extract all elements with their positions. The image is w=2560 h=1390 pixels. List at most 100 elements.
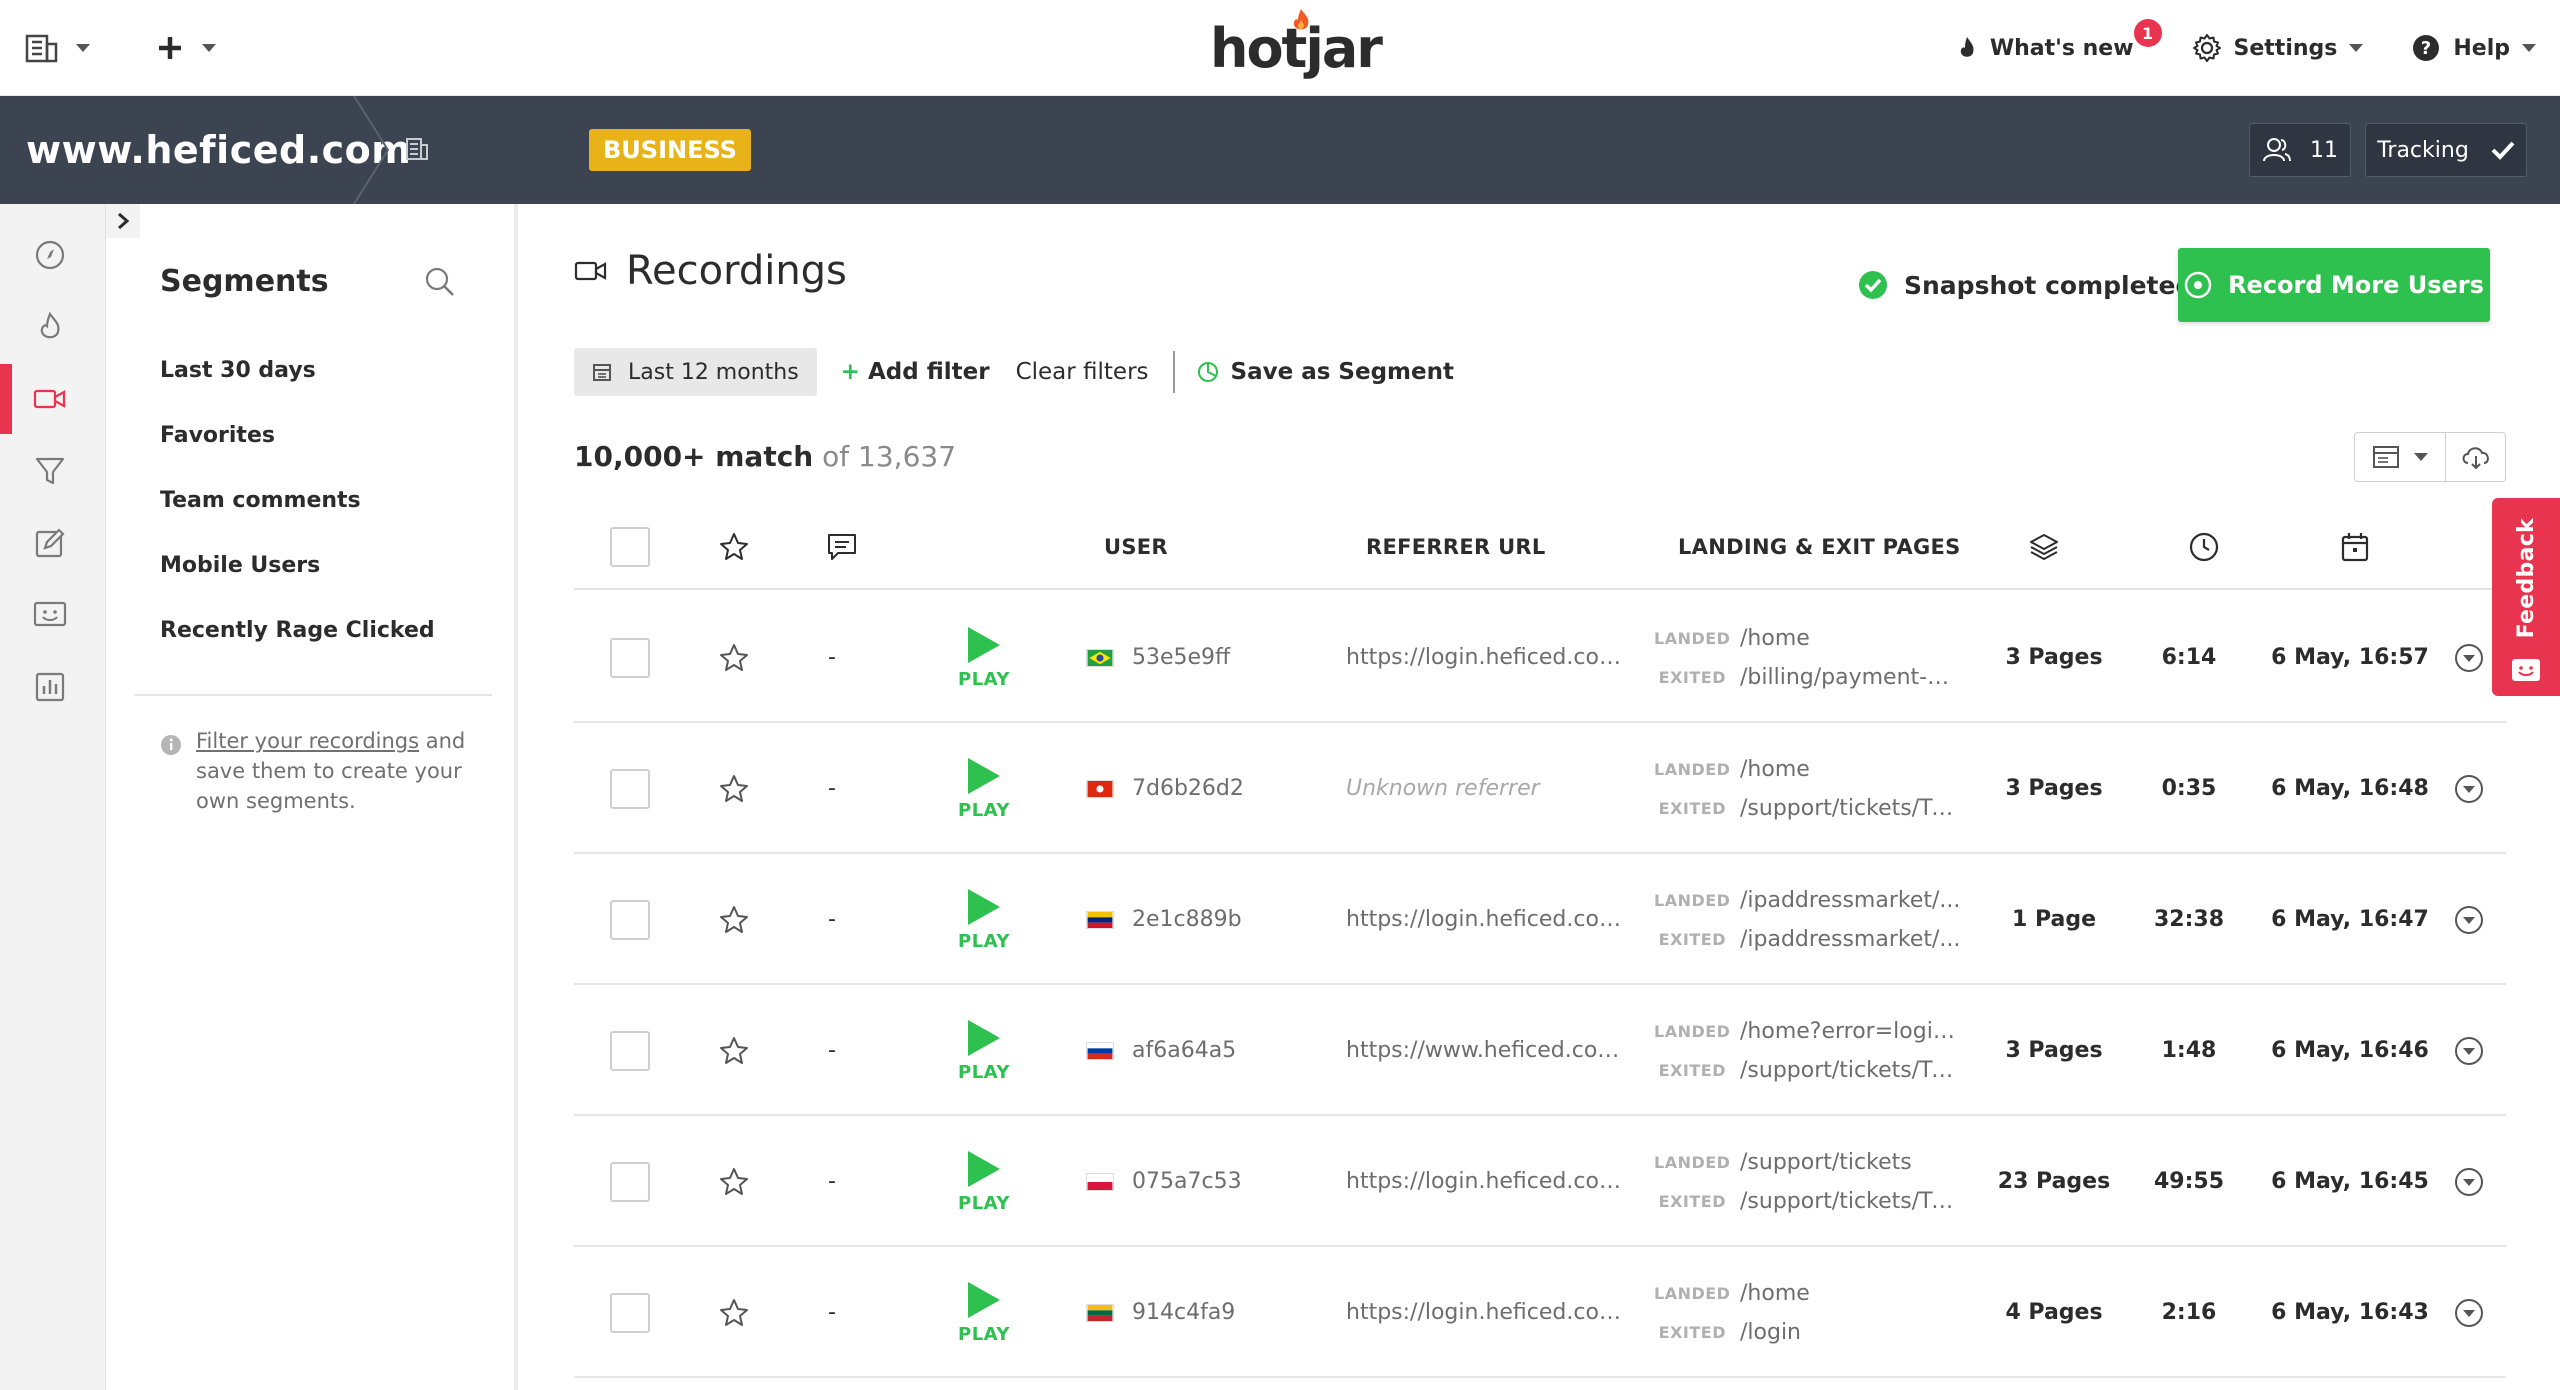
referrer-url[interactable]: https://login.heficed.com... [1346,645,1626,670]
user-id[interactable]: 914c4fa9 [1132,1300,1235,1325]
nav-heatmaps[interactable] [0,292,100,362]
user-cell: 53e5e9ff [1086,592,1230,723]
referrer-url[interactable]: https://login.heficed.com... [1346,907,1626,932]
duration: 49:55 [2153,1169,2225,1194]
clear-filters-button[interactable]: Clear filters [1016,359,1149,385]
table-row[interactable]: - PLAY 7d6b26d2 Unknown referrer LANDED /… [574,723,2506,854]
expand-row-button[interactable] [2454,854,2484,985]
page-count-column[interactable] [2028,504,2060,590]
team-users-button[interactable]: 11 [2249,123,2351,177]
nav-forms[interactable] [0,508,100,578]
table-row[interactable]: - PLAY 914c4fa9 https://login.heficed.co… [574,1247,2506,1378]
star-icon[interactable] [718,642,750,674]
flame-icon [1960,37,1974,57]
logo-flame-icon [1293,9,1309,30]
referrer-url[interactable]: https://login.heficed.com... [1346,1169,1626,1194]
pages-column-header[interactable]: LANDING & EXIT PAGES [1678,504,1961,590]
landed-line: LANDED/home?error=login_... [1654,1019,1964,1044]
play-button[interactable]: PLAY [958,985,1010,1116]
duration: 0:35 [2161,776,2217,801]
play-button[interactable]: PLAY [958,592,1010,723]
date-range-filter[interactable]: Last 12 months [574,348,817,396]
row-checkbox[interactable] [610,1292,650,1333]
referrer-url[interactable]: https://login.heficed.com... [1346,1300,1626,1325]
help-menu-button[interactable]: ? Help [2411,33,2536,63]
segment-item[interactable]: Mobile Users [160,553,320,578]
add-menu-button[interactable] [156,34,216,62]
user-column-header[interactable]: USER [1104,504,1168,590]
row-checkbox[interactable] [610,899,650,940]
add-filter-button[interactable]: + Add filter [841,359,990,385]
tracking-label: Tracking [2377,137,2469,163]
table-row[interactable]: - PLAY af6a64a5 https://www.heficed.com.… [574,985,2506,1116]
star-icon[interactable] [718,1035,750,1067]
user-id[interactable]: 53e5e9ff [1132,645,1230,670]
comments-column[interactable] [826,504,858,590]
user-id[interactable]: 075a7c53 [1132,1169,1242,1194]
organization-icon[interactable] [404,136,430,162]
exited-url: /ipaddressmarket/... [1740,926,1961,952]
segment-item[interactable]: Team comments [160,488,361,513]
play-button[interactable]: PLAY [958,1247,1010,1378]
play-button[interactable]: PLAY [958,1116,1010,1247]
settings-menu-button[interactable]: Settings [2192,33,2364,63]
row-checkbox[interactable] [610,768,650,809]
duration-column[interactable] [2188,504,2220,590]
favorite-column[interactable] [718,504,750,590]
landed-line: LANDED/support/tickets [1654,1150,1912,1175]
row-checkbox[interactable] [610,637,650,678]
comment-count: - [828,1038,836,1063]
record-more-users-button[interactable]: Record More Users [2178,248,2490,322]
user-id[interactable]: 7d6b26d2 [1132,776,1244,801]
row-checkbox[interactable] [610,1030,650,1071]
play-label: PLAY [958,800,1010,821]
expand-row-button[interactable] [2454,723,2484,854]
star-icon[interactable] [718,1166,750,1198]
whats-new-button[interactable]: What's new 1 [1956,19,2162,61]
referrer-column-header[interactable]: REFERRER URL [1366,504,1546,590]
hotjar-logo[interactable]: hotjar [1210,9,1383,84]
exited-tag: EXITED [1658,798,1726,818]
save-as-segment-button[interactable]: Save as Segment [1197,359,1454,385]
organization-menu-button[interactable] [24,33,90,63]
date-column[interactable] [2340,504,2370,590]
star-icon[interactable] [718,773,750,805]
expand-row-button[interactable] [2454,592,2484,723]
match-count-value: 10,000+ match [574,440,814,473]
user-id[interactable]: 2e1c889b [1132,907,1242,932]
star-icon[interactable] [718,1297,750,1329]
columns-icon [2373,446,2399,468]
play-button[interactable]: PLAY [958,723,1010,854]
download-button[interactable] [2446,432,2506,482]
collapse-sidebar-button[interactable] [106,204,140,238]
select-all-checkbox[interactable] [610,527,650,567]
referrer-cell: https://login.heficed.com... [1346,1116,1626,1247]
search-icon[interactable] [424,266,456,298]
nav-recordings[interactable] [0,364,100,434]
referrer-url[interactable]: https://www.heficed.com... [1346,1038,1626,1063]
nav-reports[interactable] [0,652,100,722]
nav-funnels[interactable] [0,436,100,506]
filter-recordings-link[interactable]: Filter your recordings [196,729,419,753]
expand-row-button[interactable] [2454,985,2484,1116]
user-id[interactable]: af6a64a5 [1132,1038,1236,1063]
segment-item[interactable]: Favorites [160,423,275,448]
expand-row-button[interactable] [2454,1116,2484,1247]
feedback-icon [33,601,67,627]
tracking-status-button[interactable]: Tracking [2365,123,2527,177]
star-icon[interactable] [718,904,750,936]
exited-tag: EXITED [1658,929,1726,949]
table-row[interactable]: - PLAY 075a7c53 https://login.heficed.co… [574,1116,2506,1247]
columns-menu-button[interactable] [2354,432,2446,482]
feedback-tab[interactable]: Feedback [2492,498,2560,696]
table-row[interactable]: - PLAY 2e1c889b https://login.heficed.co… [574,854,2506,985]
exited-line: EXITED/billing/payment-m... [1654,665,1964,690]
segment-item[interactable]: Recently Rage Clicked [160,618,435,643]
table-row[interactable]: - PLAY 53e5e9ff https://login.heficed.co… [574,592,2506,723]
play-button[interactable]: PLAY [958,854,1010,985]
nav-dashboard[interactable] [0,220,100,290]
row-checkbox[interactable] [610,1161,650,1202]
segment-item[interactable]: Last 30 days [160,358,316,383]
expand-row-button[interactable] [2454,1247,2484,1378]
nav-feedback[interactable] [0,580,100,650]
